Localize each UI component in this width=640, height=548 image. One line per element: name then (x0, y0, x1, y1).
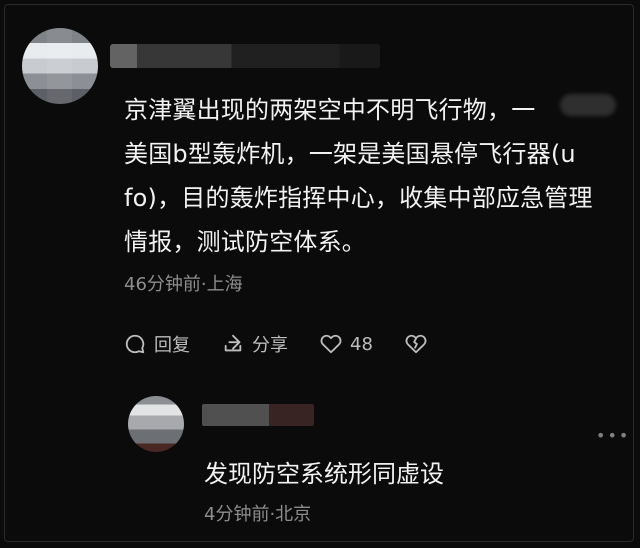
comment-text: 京津翼出现的两架空中不明飞行物，一 美国b型轰炸机，一架是美国悬停飞行器(u f… (124, 96, 593, 256)
broken-heart-icon (405, 333, 427, 355)
reply-author-blurred[interactable] (202, 404, 314, 426)
reply-avatar-blurred[interactable] (128, 396, 184, 452)
comment-actions: 回复 分享 48 (124, 328, 427, 360)
comment-meta: 46分钟前·上海 (124, 274, 243, 295)
like-count: 48 (350, 333, 373, 355)
like-button[interactable]: 48 (320, 333, 373, 355)
reply-text: 发现防空系统形同虚设 (204, 460, 444, 488)
avatar-blurred[interactable] (22, 28, 98, 104)
author-name-blurred[interactable] (110, 44, 380, 68)
blurred-text-mask (560, 94, 616, 116)
comment-bubble-icon (124, 333, 146, 355)
dislike-button[interactable] (405, 333, 427, 355)
reply-button[interactable]: 回复 (124, 331, 190, 357)
reply-meta: 4分钟前·北京 (204, 504, 312, 525)
share-arrow-icon (222, 333, 244, 355)
heart-icon (320, 333, 342, 355)
share-label: 分享 (252, 335, 288, 356)
reply-label: 回复 (154, 335, 190, 356)
more-dots-icon[interactable]: ••• (596, 426, 630, 445)
share-button[interactable]: 分享 (222, 331, 288, 357)
